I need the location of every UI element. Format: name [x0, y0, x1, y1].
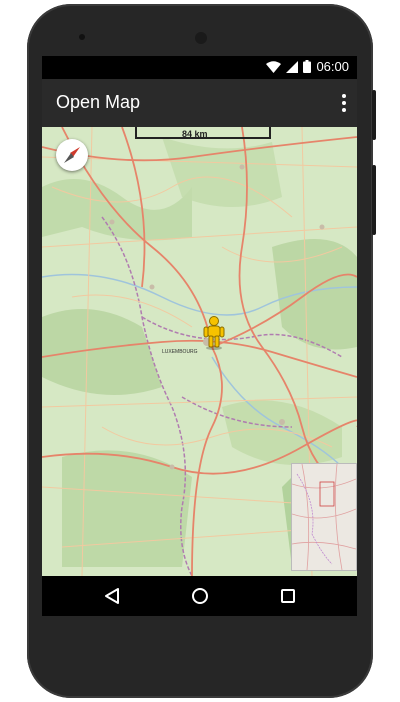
app-bar: Open Map — [42, 79, 357, 127]
back-icon[interactable] — [100, 584, 124, 608]
navigation-bar — [42, 576, 357, 616]
scale-label: 84 km — [182, 129, 208, 139]
compass-icon[interactable] — [56, 139, 88, 171]
screen: 06:00 Open Map LUXEMBOURG 84 km — [42, 56, 357, 616]
overflow-menu-icon[interactable] — [341, 94, 347, 112]
battery-icon — [303, 60, 312, 73]
city-label: LUXEMBOURG — [162, 349, 198, 355]
front-camera — [79, 34, 85, 40]
status-time: 06:00 — [316, 59, 349, 74]
volume-button — [372, 165, 376, 235]
pegman-icon[interactable] — [203, 316, 225, 355]
status-bar: 06:00 — [42, 56, 357, 79]
overview-minimap[interactable] — [291, 463, 357, 571]
wifi-icon — [266, 60, 282, 73]
map-view[interactable]: LUXEMBOURG 84 km — [42, 127, 357, 576]
power-button — [372, 90, 376, 140]
app-title: Open Map — [56, 92, 141, 112]
earpiece — [195, 32, 207, 44]
signal-icon — [286, 60, 299, 73]
recents-icon[interactable] — [276, 584, 300, 608]
home-icon[interactable] — [188, 584, 212, 608]
